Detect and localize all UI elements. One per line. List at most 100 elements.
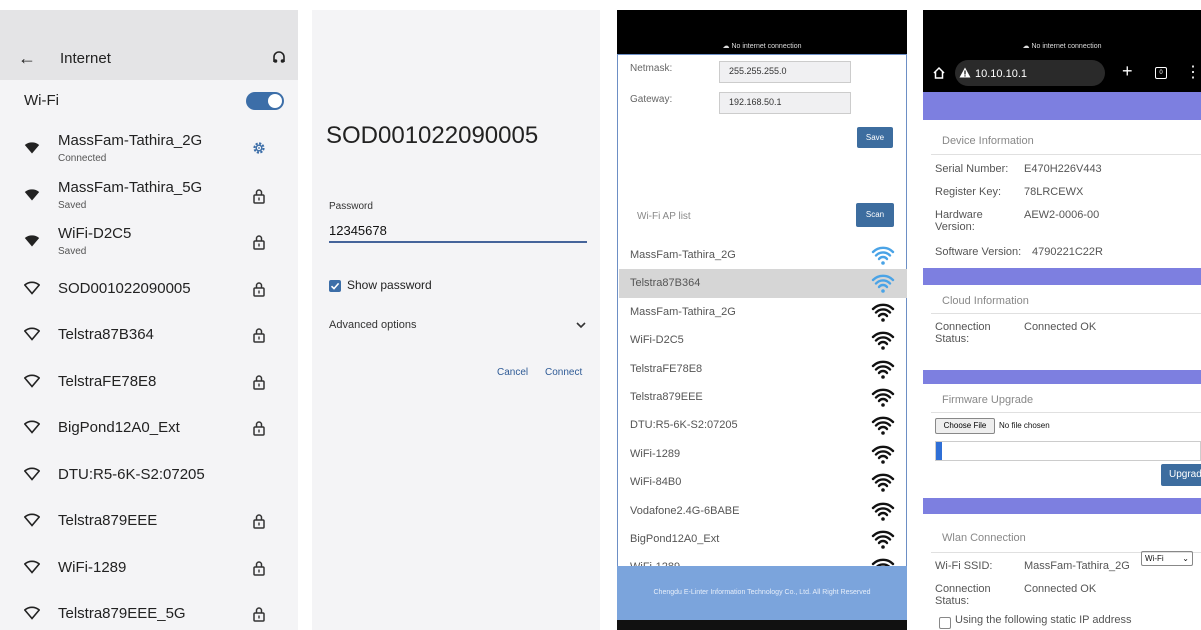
footer: Chengdu E-Linter Information Technology … — [617, 566, 907, 620]
upgrade-button[interactable]: Upgrad — [1161, 464, 1201, 486]
progress-fill — [936, 442, 942, 460]
troubleshoot-icon[interactable] — [272, 50, 286, 64]
home-icon[interactable] — [932, 66, 946, 80]
cancel-button[interactable]: Cancel — [497, 367, 528, 378]
software-value: 4790221C22R — [1032, 246, 1103, 258]
wlan-ssid-value: MassFam-Tathira_2G — [1024, 560, 1130, 572]
software-label: Software Version: — [935, 246, 1022, 258]
gear-icon[interactable] — [252, 141, 266, 155]
ap-list-item[interactable]: WiFi-1289 — [619, 440, 907, 469]
chevron-down-icon[interactable] — [576, 321, 586, 329]
static-ip-checkbox[interactable] — [939, 617, 951, 629]
status-text: ☁ No internet connection — [617, 42, 907, 50]
network-item[interactable]: DTU:R5-6K-S2:07205 — [0, 452, 298, 502]
wifi-signal-icon — [871, 500, 895, 522]
ap-list-item[interactable]: DTU:R5-6K-S2:07205 — [619, 411, 907, 440]
connect-button[interactable]: Connect — [545, 367, 582, 378]
ap-list-item[interactable]: Telstra87B364 — [619, 269, 907, 299]
wifi-signal-icon — [24, 560, 40, 574]
ap-ssid: WiFi-1289 — [630, 447, 681, 460]
wifi-signal-icon — [24, 188, 40, 202]
wifi-signal-icon — [24, 420, 40, 434]
wifi-signal-icon — [24, 513, 40, 527]
divider — [931, 154, 1201, 155]
wifi-signal-icon — [24, 327, 40, 341]
ap-list-item[interactable]: BigPond12A0_Ext — [619, 525, 907, 554]
chevron-down-icon: ⌄ — [1182, 554, 1189, 563]
more-menu-icon[interactable]: ⋮ — [1185, 62, 1201, 82]
network-item[interactable]: MassFam-Tathira_2G Connected — [0, 126, 298, 176]
password-input[interactable]: 12345678 — [329, 223, 387, 238]
network-ssid: DTU:R5-6K-S2:07205 — [58, 465, 205, 483]
ap-list-item[interactable]: Telstra879EEE — [619, 383, 907, 412]
section-band — [923, 92, 1201, 120]
wifi-signal-icon — [871, 471, 895, 493]
ap-ssid: DTU:R5-6K-S2:07205 — [630, 419, 738, 432]
dialog-ssid-title: SOD001022090005 — [326, 122, 539, 149]
network-item[interactable]: Telstra87B364 — [0, 312, 298, 362]
ap-list-item[interactable]: WiFi-D2C5 — [619, 326, 907, 355]
show-password-checkbox[interactable] — [329, 280, 341, 292]
cloud-info-section: Cloud Information Connection Status: Con… — [923, 285, 1201, 370]
device-page-panel: ☁ No internet connection 10.10.10.1 + 0 … — [923, 10, 1201, 630]
wifi-toggle[interactable] — [246, 92, 284, 110]
serial-value: E470H226V443 — [1024, 163, 1102, 175]
ap-ssid: TelstraFE78E8 — [630, 362, 703, 375]
gateway-field[interactable]: 192.168.50.1 — [719, 92, 851, 114]
network-item[interactable]: WiFi-D2C5 Saved — [0, 219, 298, 269]
new-tab-icon[interactable]: + — [1122, 61, 1133, 82]
ap-list-item[interactable]: WiFi-84B0 — [619, 468, 907, 497]
back-arrow-icon[interactable]: ← — [18, 48, 36, 69]
register-value: 78LRCEWX — [1024, 186, 1084, 198]
ap-list-item[interactable]: TelstraFE78E8 — [619, 355, 907, 384]
cloud-off-icon: ☁ — [1022, 43, 1030, 50]
network-ssid: MassFam-Tathira_5G — [58, 178, 203, 196]
wifi-signal-icon — [24, 467, 40, 481]
toggle-knob — [268, 94, 282, 108]
ap-list-item[interactable]: MassFam-Tathira_2G — [619, 298, 907, 327]
network-item[interactable]: Telstra879EEE — [0, 498, 298, 548]
cloud-connection-value: Connected OK — [1024, 321, 1097, 333]
network-item[interactable]: WiFi-1289 — [0, 545, 298, 595]
wifi-signal-icon — [24, 281, 40, 295]
wifi-signal-icon — [871, 272, 895, 294]
register-label: Register Key: — [935, 186, 1002, 198]
network-item[interactable]: BigPond12A0_Ext — [0, 405, 298, 455]
wifi-toggle-row[interactable]: Wi-Fi — [0, 82, 298, 120]
ap-ssid: BigPond12A0_Ext — [630, 533, 720, 545]
wifi-signal-icon — [871, 244, 895, 266]
password-underline — [329, 241, 587, 243]
status-text: ☁ No internet connection — [923, 42, 1201, 50]
lock-icon — [252, 513, 266, 529]
lock-icon — [252, 281, 266, 297]
no-file-text: No file chosen — [999, 421, 1050, 430]
lock-icon — [252, 327, 266, 343]
ap-ssid: Telstra87B364 — [630, 277, 701, 290]
status-label: No internet connection — [1031, 43, 1102, 50]
choose-file-button[interactable]: Choose File — [935, 418, 995, 434]
save-button[interactable]: Save — [857, 127, 893, 148]
network-item[interactable]: Telstra879EEE_5G — [0, 591, 298, 630]
netmask-field[interactable]: 255.255.255.0 — [719, 61, 851, 83]
password-label: Password — [329, 201, 373, 212]
scan-button[interactable]: Scan — [856, 203, 894, 227]
network-item[interactable]: SOD001022090005 — [0, 266, 298, 316]
ap-list-item[interactable]: MassFam-Tathira_2G — [619, 241, 907, 270]
warning-icon[interactable] — [959, 67, 971, 78]
ap-list-panel: ☁ No internet connection Netmask: 255.25… — [617, 10, 907, 630]
show-password-label: Show password — [347, 278, 432, 292]
network-item[interactable]: TelstraFE78E8 — [0, 359, 298, 409]
tab-switcher-icon[interactable]: 0 — [1155, 67, 1167, 79]
ap-list-item[interactable]: Vodafone2.4G-6BABE — [619, 497, 907, 526]
wifi-signal-icon — [871, 301, 895, 323]
lock-icon — [252, 606, 266, 622]
wifi-signal-icon — [871, 528, 895, 550]
network-ssid: MassFam-Tathira_2G — [58, 132, 203, 149]
wlan-mode-select[interactable]: Wi-Fi ⌄ — [1141, 551, 1193, 566]
device-info-title: Device Information — [942, 135, 1034, 147]
url-text[interactable]: 10.10.10.1 — [975, 68, 1027, 80]
wifi-signal-icon — [871, 386, 895, 408]
advanced-options[interactable]: Advanced options — [329, 319, 416, 331]
network-item[interactable]: MassFam-Tathira_5G Saved — [0, 173, 298, 223]
wifi-signal-icon — [24, 374, 40, 388]
